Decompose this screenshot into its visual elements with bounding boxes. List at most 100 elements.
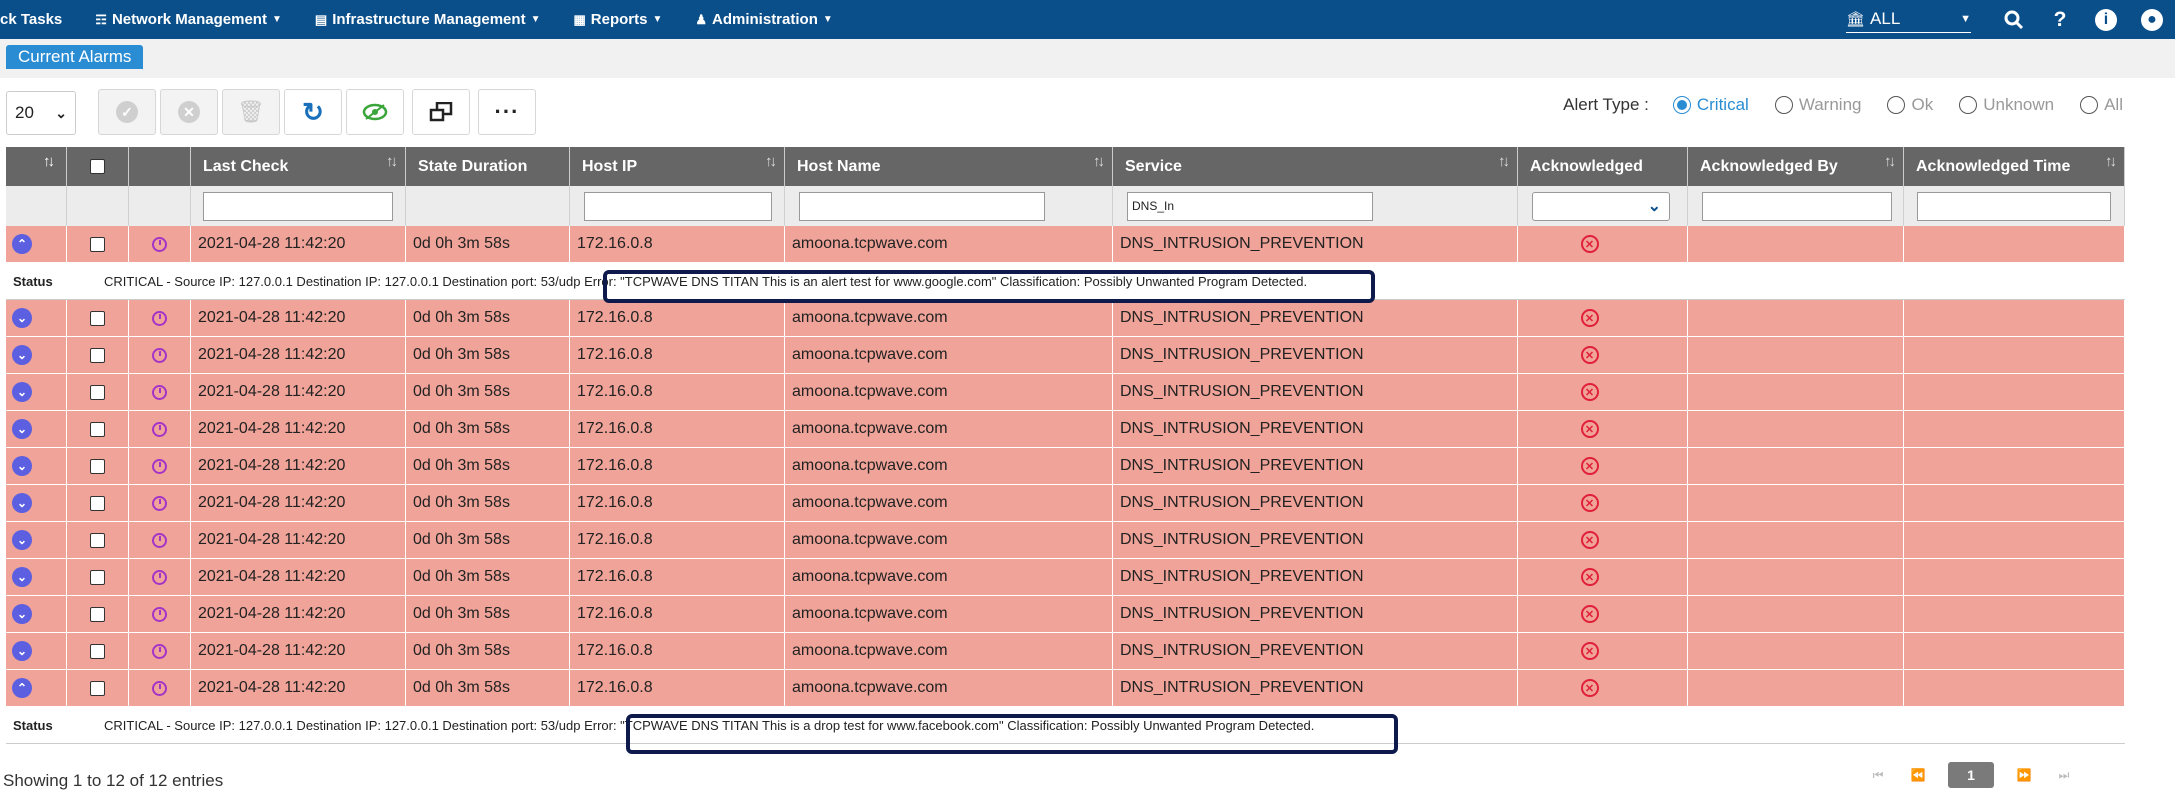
status-icon-cell (129, 411, 191, 447)
row-checkbox[interactable] (90, 347, 105, 363)
row-checkbox[interactable] (90, 384, 105, 400)
radio-critical[interactable]: Critical (1672, 95, 1749, 115)
col-state-duration[interactable]: State Duration (406, 147, 570, 186)
first-page-icon[interactable]: ⏮ (1858, 768, 1898, 783)
row-checkbox[interactable] (90, 569, 105, 585)
help-icon[interactable]: ? (2037, 8, 2083, 32)
select-all-checkbox[interactable] (90, 159, 105, 174)
table-row[interactable]: ⌄ 2021-04-28 11:42:20 0d 0h 3m 58s 172.16.0… (6, 485, 2125, 522)
expand-row-icon[interactable]: ⌄ (12, 345, 32, 365)
expand-row-icon[interactable]: ⌄ (12, 530, 32, 550)
columns-button[interactable] (412, 89, 470, 135)
host-ip-cell: 172.16.0.8 (570, 596, 785, 632)
tab-current-alarms[interactable]: Current Alarms (6, 45, 144, 69)
expand-row-icon[interactable]: ⌄ (12, 604, 32, 624)
filter-host-name-input[interactable] (799, 191, 1045, 221)
expand-row-icon[interactable]: ⌄ (12, 382, 32, 402)
table-row[interactable]: ⌄ 2021-04-28 11:42:20 0d 0h 3m 58s 172.16.0… (6, 522, 2125, 559)
col-expand-header[interactable]: ↑↓ (6, 147, 67, 186)
expand-row-icon[interactable]: ⌄ (12, 567, 32, 587)
table-row[interactable]: ⌄ 2021-04-28 11:42:20 0d 0h 3m 58s 172.16.0… (6, 596, 2125, 633)
filter-acknowledged-time-input[interactable] (1917, 191, 2111, 221)
col-host-ip[interactable]: Host IP ↑↓ (570, 147, 785, 186)
nav-infrastructure-management[interactable]: ▤ Infrastructure Management ▼ (315, 11, 541, 28)
collapse-row-icon[interactable]: ⌃ (12, 678, 32, 698)
last-check-cell: 2021-04-28 11:42:20 (191, 448, 406, 484)
delete-button[interactable]: 🗑 (222, 89, 280, 135)
col-select-all[interactable] (67, 147, 129, 186)
row-checkbox[interactable] (90, 421, 105, 437)
current-page-button[interactable]: 1 (1948, 762, 1994, 788)
filter-acknowledged-by-input[interactable] (1702, 191, 1892, 221)
table-row[interactable]: ⌃ 2021-04-28 11:42:20 0d 0h 3m 58s 172.16.0… (6, 670, 2125, 707)
scope-select[interactable]: 🏛 ALL ▼ (1846, 7, 1971, 33)
caret-down-icon: ▼ (822, 14, 833, 25)
search-icon[interactable] (1991, 10, 2037, 30)
table-row[interactable]: ⌄ 2021-04-28 11:42:20 0d 0h 3m 58s 172.16.0… (6, 448, 2125, 485)
host-name-cell: amoona.tcpwave.com (785, 448, 1113, 484)
acknowledged-time-cell (1904, 374, 2125, 410)
col-last-check[interactable]: Last Check ↑↓ (191, 147, 406, 186)
radio-ok[interactable]: Ok (1887, 95, 1933, 115)
unacknowledge-button[interactable]: ✕ (160, 89, 218, 135)
filter-service-input[interactable]: DNS_In (1127, 191, 1373, 221)
col-service[interactable]: Service ↑↓ (1113, 147, 1518, 186)
next-page-icon[interactable]: ⏩ (2004, 768, 2044, 782)
table-row[interactable]: ⌄ 2021-04-28 11:42:20 0d 0h 3m 58s 172.16.0… (6, 559, 2125, 596)
table-row[interactable]: ⌄ 2021-04-28 11:42:20 0d 0h 3m 58s 172.16.0… (6, 300, 2125, 337)
col-acknowledged-by[interactable]: Acknowledged By ↑↓ (1688, 147, 1904, 186)
last-page-icon[interactable]: ⏭ (2044, 768, 2084, 783)
row-checkbox[interactable] (90, 495, 105, 511)
prev-page-icon[interactable]: ⏪ (1898, 768, 1938, 782)
info-icon[interactable]: i (2083, 8, 2129, 31)
clock-icon (152, 458, 167, 474)
filter-host-ip-input[interactable] (584, 191, 772, 221)
row-checkbox[interactable] (90, 643, 105, 659)
col-acknowledged[interactable]: Acknowledged (1518, 147, 1688, 186)
last-check-cell: 2021-04-28 11:42:20 (191, 300, 406, 336)
nav-reports[interactable]: ▦ Reports ▼ (573, 11, 662, 28)
row-checkbox[interactable] (90, 310, 105, 326)
expand-row-icon[interactable]: ⌄ (12, 641, 32, 661)
not-acknowledged-icon: ✕ (1580, 235, 1599, 253)
filter-acknowledged-select[interactable]: ⌄ (1532, 191, 1670, 221)
col-acknowledged-time[interactable]: Acknowledged Time ↑↓ (1904, 147, 2125, 186)
user-icon[interactable]: ● (2129, 8, 2175, 31)
row-checkbox[interactable] (90, 606, 105, 622)
row-checkbox[interactable] (90, 236, 105, 252)
table-row[interactable]: ⌄ 2021-04-28 11:42:20 0d 0h 3m 58s 172.16.0… (6, 374, 2125, 411)
radio-warning[interactable]: Warning (1774, 95, 1861, 115)
expand-row-icon[interactable]: ⌄ (12, 308, 32, 328)
last-check-cell: 2021-04-28 11:42:20 (191, 559, 406, 595)
book-icon: ▦ (573, 11, 586, 27)
radio-all[interactable]: All (2080, 95, 2123, 115)
header-label: Acknowledged (1530, 157, 1643, 175)
table-row[interactable]: ⌄ 2021-04-28 11:42:20 0d 0h 3m 58s 172.16.0… (6, 411, 2125, 448)
page-size-select[interactable]: 20 ⌄ (6, 91, 76, 135)
eye-icon (362, 103, 388, 121)
radio-unknown[interactable]: Unknown (1959, 95, 2054, 115)
clock-icon (152, 569, 167, 585)
filter-last-check-input[interactable] (203, 191, 393, 221)
row-checkbox[interactable] (90, 458, 105, 474)
row-checkbox[interactable] (90, 680, 105, 696)
collapse-row-icon[interactable]: ⌃ (12, 234, 32, 254)
nav-quick-tasks[interactable]: ck Tasks (0, 11, 62, 28)
refresh-button[interactable]: ↻ (284, 89, 342, 135)
nav-administration[interactable]: ♟ Administration ▼ (695, 11, 832, 28)
more-button[interactable]: ··· (478, 89, 536, 135)
pagination: ⏮ ⏪ 1 ⏩ ⏭ (1858, 762, 2084, 788)
row-checkbox[interactable] (90, 532, 105, 548)
expand-row-icon[interactable]: ⌄ (12, 419, 32, 439)
acknowledge-button[interactable]: ✓ (98, 89, 156, 135)
show-hide-button[interactable] (346, 89, 404, 135)
expand-row-icon[interactable]: ⌄ (12, 456, 32, 476)
table-row[interactable]: ⌃ 2021-04-28 11:42:20 0d 0h 3m 58s 172.16.0… (6, 226, 2125, 263)
col-host-name[interactable]: Host Name ↑↓ (785, 147, 1113, 186)
table-row[interactable]: ⌄ 2021-04-28 11:42:20 0d 0h 3m 58s 172.16.0… (6, 633, 2125, 670)
host-ip-cell: 172.16.0.8 (570, 448, 785, 484)
nav-network-management[interactable]: ☶ Network Management ▼ (95, 11, 282, 28)
state-duration-cell: 0d 0h 3m 58s (406, 485, 570, 521)
expand-row-icon[interactable]: ⌄ (12, 493, 32, 513)
table-row[interactable]: ⌄ 2021-04-28 11:42:20 0d 0h 3m 58s 172.16.0… (6, 337, 2125, 374)
